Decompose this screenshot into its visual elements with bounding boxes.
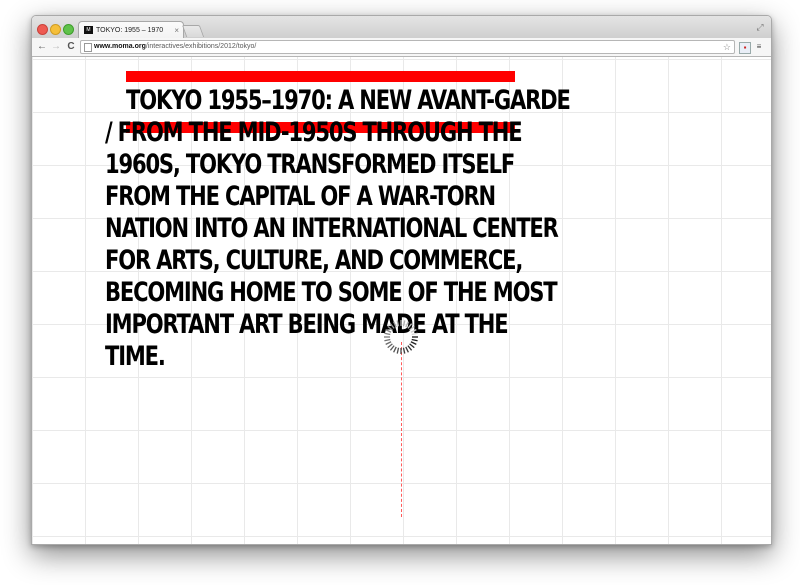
page-content: TOKYO 1955–1970: A NEW AVANT-GARDE / FRO… xyxy=(32,57,771,544)
menu-icon[interactable]: ≡ xyxy=(754,42,764,52)
forward-button[interactable]: → xyxy=(50,40,62,53)
address-bar[interactable]: www.moma.org/interactives/exhibitions/20… xyxy=(80,40,735,54)
accent-bar-top xyxy=(126,71,515,82)
spinner-tick xyxy=(389,345,395,351)
spinner-tick xyxy=(407,323,413,329)
fullscreen-icon[interactable]: ⤢ xyxy=(755,22,765,32)
spinner-tick xyxy=(409,325,415,331)
tab-title: TOKYO: 1955 – 1970 xyxy=(96,27,164,34)
tab-tokyo[interactable]: M TOKYO: 1955 – 1970 × xyxy=(78,21,184,39)
loading-spinner-icon xyxy=(384,320,418,354)
spinner-tick xyxy=(407,345,413,351)
headline: TOKYO 1955–1970: A NEW AVANT-GARDE / FRO… xyxy=(105,85,571,372)
spinner-tick xyxy=(385,329,392,333)
url-text: www.moma.org/interactives/exhibitions/20… xyxy=(94,41,256,53)
spinner-tick xyxy=(405,321,409,328)
tab-close-icon[interactable]: × xyxy=(174,22,179,39)
url-host: www.moma.org xyxy=(94,43,146,50)
new-tab-button[interactable] xyxy=(181,25,205,37)
center-guide-line xyxy=(401,342,402,517)
spinner-tick xyxy=(411,338,418,342)
spinner-tick xyxy=(410,329,417,333)
url-path: /interactives/exhibitions/2012/tokyo/ xyxy=(145,43,257,50)
spinner-tick xyxy=(387,343,393,349)
browser-window: M TOKYO: 1955 – 1970 × ⤢ ← → C www.moma.… xyxy=(31,15,772,545)
window-zoom-icon[interactable] xyxy=(63,24,74,35)
spinner-tick xyxy=(396,320,400,327)
spinner-tick xyxy=(385,341,392,345)
spinner-tick xyxy=(402,320,406,327)
window-minimize-icon[interactable] xyxy=(50,24,61,35)
browser-toolbar: ← → C www.moma.org/interactives/exhibiti… xyxy=(32,38,771,57)
page-icon xyxy=(84,43,92,52)
spinner-tick xyxy=(384,332,391,336)
spinner-tick xyxy=(411,332,418,336)
spinner-tick xyxy=(387,325,393,331)
tab-strip: M TOKYO: 1955 – 1970 × ⤢ xyxy=(32,16,771,39)
spinner-tick xyxy=(405,346,409,353)
spinner-tick xyxy=(402,347,406,354)
spinner-tick xyxy=(389,323,395,329)
spinner-tick xyxy=(393,346,397,353)
reload-button[interactable]: C xyxy=(65,40,77,53)
spinner-tick xyxy=(410,341,417,345)
moma-favicon-icon: M xyxy=(84,26,93,34)
spinner-tick xyxy=(384,338,391,342)
spinner-tick xyxy=(396,347,400,354)
window-close-icon[interactable] xyxy=(37,24,48,35)
spinner-tick xyxy=(393,321,397,328)
spinner-tick xyxy=(409,343,415,349)
extension-icon[interactable]: ▪ xyxy=(739,42,751,54)
back-button[interactable]: ← xyxy=(36,40,48,53)
bookmark-star-icon[interactable]: ☆ xyxy=(723,41,731,53)
